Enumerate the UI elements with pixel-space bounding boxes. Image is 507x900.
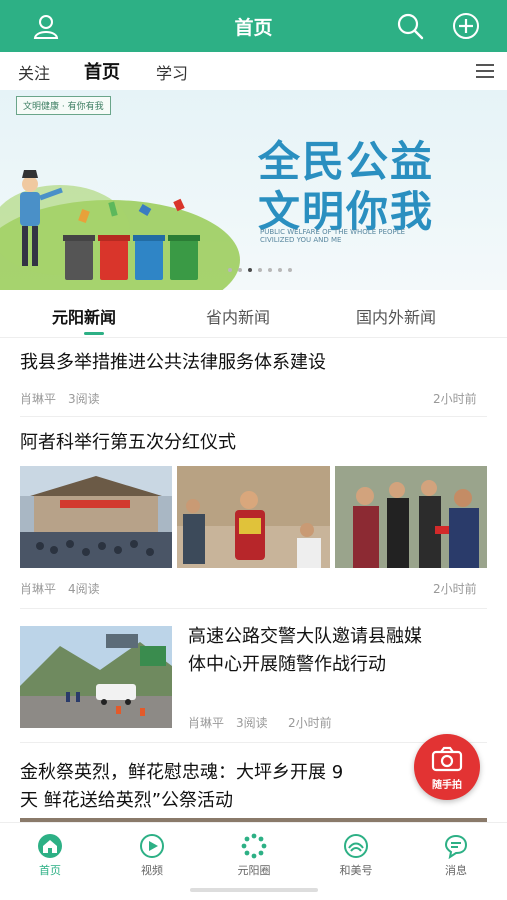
divider — [20, 608, 487, 609]
article-title-line-1[interactable]: 高速公路交警大队邀请县融媒 — [188, 622, 422, 652]
carousel-dot[interactable] — [228, 268, 232, 272]
snapshot-label: 随手拍 — [432, 780, 462, 791]
community-icon — [241, 833, 267, 859]
nav-hemei-label: 和美号 — [339, 864, 373, 877]
article-time: 2小时前 — [288, 716, 332, 730]
user-icon[interactable] — [32, 12, 60, 40]
carousel-dots — [228, 268, 292, 272]
message-icon — [444, 834, 468, 859]
nav-circle-label: 元阳圈 — [237, 864, 271, 877]
nav-home-label: 首页 — [39, 864, 61, 877]
home-indicator — [190, 888, 318, 892]
nav-messages-label: 消息 — [445, 864, 467, 877]
banner-illustration — [0, 170, 240, 290]
divider — [20, 742, 487, 743]
menu-icon[interactable] — [476, 64, 494, 78]
banner-subtext-1: PUBLIC WELFARE OF THE WHOLE PEOPLE — [260, 228, 406, 236]
top-nav: 关注 首页 学习 — [0, 52, 507, 90]
nav-home[interactable]: 首页 — [20, 833, 80, 878]
tab-province-news[interactable]: 省内新闻 — [206, 304, 270, 328]
add-icon[interactable] — [452, 12, 480, 40]
article-reads: 3阅读 — [68, 392, 100, 406]
carousel-dot[interactable] — [268, 268, 272, 272]
article-photo[interactable] — [335, 466, 487, 568]
carousel-dot-active[interactable] — [248, 268, 252, 272]
search-icon[interactable] — [396, 12, 424, 40]
carousel-dot[interactable] — [288, 268, 292, 272]
article-author: 肖琳平 — [188, 716, 225, 730]
article-title[interactable]: 阿者科举行第五次分红仪式 — [20, 428, 236, 458]
tab-yuanyang-news[interactable]: 元阳新闻 — [52, 304, 116, 328]
app-header: 首页 — [0, 0, 507, 52]
banner-carousel[interactable]: 文明健康 · 有你有我 全民公益 文明你我 PUBLIC WELFARE OF … — [0, 90, 507, 290]
tab-home[interactable]: 首页 — [84, 58, 120, 84]
article-title[interactable]: 我县多举措推进公共法律服务体系建设 — [20, 348, 326, 378]
hemei-icon — [344, 834, 368, 858]
tab-study[interactable]: 学习 — [156, 60, 188, 84]
article-reads: 4阅读 — [68, 582, 100, 596]
active-tab-indicator — [84, 332, 104, 335]
banner-subtext-2: CIVILIZED YOU AND ME — [260, 236, 342, 244]
banner-stamp: 文明健康 · 有你有我 — [16, 96, 111, 115]
article-title-line-2[interactable]: 体中心开展随警作战行动 — [188, 650, 386, 680]
article-photo[interactable] — [177, 466, 330, 568]
article-time: 2小时前 — [433, 582, 477, 596]
carousel-dot[interactable] — [258, 268, 262, 272]
tab-follow[interactable]: 关注 — [18, 60, 50, 84]
divider — [20, 416, 487, 417]
article-photo[interactable] — [20, 466, 172, 568]
article-title-line-2[interactable]: 天 鲜花送给英烈”公祭活动 — [20, 786, 233, 816]
article-reads: 3阅读 — [236, 716, 268, 730]
article-title-line-1[interactable]: 金秋祭英烈，鲜花慰忠魂：大坪乡开展 9 — [20, 758, 343, 788]
nav-hemei[interactable]: 和美号 — [326, 833, 386, 878]
play-icon — [140, 834, 164, 858]
nav-circle[interactable]: 元阳圈 — [224, 833, 284, 878]
article-photo[interactable] — [20, 626, 172, 728]
carousel-dot[interactable] — [278, 268, 282, 272]
nav-video[interactable]: 视频 — [122, 833, 182, 878]
tab-world-news[interactable]: 国内外新闻 — [356, 304, 436, 328]
nav-video-label: 视频 — [141, 864, 163, 877]
camera-icon — [431, 746, 463, 772]
article-author: 肖琳平 — [20, 582, 57, 596]
home-icon — [38, 834, 62, 858]
carousel-dot[interactable] — [238, 268, 242, 272]
snapshot-button[interactable]: 随手拍 — [414, 734, 480, 800]
nav-messages[interactable]: 消息 — [426, 833, 486, 878]
article-time: 2小时前 — [433, 392, 477, 406]
page-title: 首页 — [234, 16, 273, 39]
news-tabs: 元阳新闻 省内新闻 国内外新闻 — [0, 290, 507, 338]
article-author: 肖琳平 — [20, 392, 57, 406]
